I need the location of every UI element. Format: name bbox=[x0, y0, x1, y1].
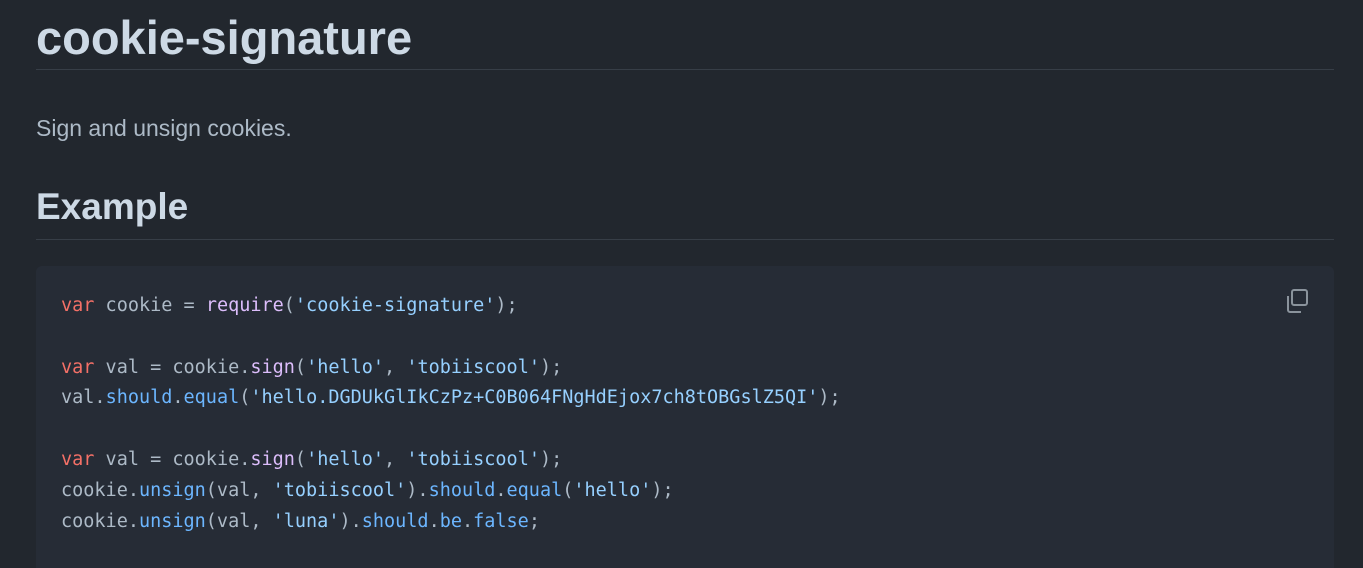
string-literal: 'hello' bbox=[306, 448, 385, 470]
code-text: (val, bbox=[205, 510, 273, 532]
string-literal: 'tobiiscool' bbox=[406, 448, 540, 470]
code-text: cookie = bbox=[94, 295, 206, 316]
code-text: . bbox=[428, 510, 440, 532]
keyword: var bbox=[61, 356, 95, 378]
code-text: val = cookie. bbox=[94, 356, 251, 378]
string-literal: 'hello.DGDUkGlIkCzPz+C0B064FNgHdEjox7ch8… bbox=[250, 387, 819, 409]
code-line-6: var val = cookie.sign('hello', 'tobiisco… bbox=[61, 445, 841, 476]
code-line-3: var val = cookie.sign('hello', 'tobiisco… bbox=[61, 353, 841, 384]
code-text: ; bbox=[528, 510, 540, 532]
code-text: ). bbox=[406, 479, 429, 501]
function-name: unsign bbox=[138, 479, 206, 501]
string-literal: 'hello' bbox=[573, 479, 652, 501]
code-line-7: cookie.unsign(val, 'tobiiscool').should.… bbox=[61, 476, 841, 507]
code-text: . bbox=[495, 479, 507, 501]
property-name: should bbox=[105, 387, 173, 409]
code-text: ( bbox=[294, 448, 307, 470]
code-text: , bbox=[384, 448, 407, 470]
code-text: , bbox=[384, 356, 407, 378]
copy-button[interactable] bbox=[1282, 286, 1312, 316]
string-literal: 'hello' bbox=[306, 356, 385, 378]
code-text: ); bbox=[818, 387, 841, 409]
page-title: cookie-signature bbox=[36, 0, 1334, 70]
property-name: equal bbox=[506, 479, 563, 501]
string-literal: 'tobiiscool' bbox=[406, 356, 540, 378]
code-line-4: val.should.equal('hello.DGDUkGlIkCzPz+C0… bbox=[61, 383, 841, 414]
string-literal: 'luna' bbox=[272, 510, 340, 532]
code-listing: var cookie = require('cookie-signature')… bbox=[61, 291, 841, 537]
code-text: val. bbox=[61, 387, 106, 409]
code-text: cookie. bbox=[61, 479, 139, 501]
code-line-1: var cookie = require('cookie-signature')… bbox=[61, 291, 841, 322]
description: Sign and unsign cookies. bbox=[36, 115, 292, 141]
code-text: val = cookie. bbox=[94, 448, 251, 470]
code-text: ( bbox=[283, 295, 295, 316]
code-text: ( bbox=[562, 479, 574, 501]
code-text: cookie. bbox=[61, 510, 139, 532]
code-text: ); bbox=[539, 448, 563, 470]
property-name: false bbox=[473, 510, 529, 532]
function-name: sign bbox=[250, 356, 295, 378]
readme-content: cookie-signature Sign and unsign cookies… bbox=[36, 0, 1334, 568]
code-text: . bbox=[172, 387, 184, 409]
property-name: should bbox=[428, 479, 496, 501]
code-text: ). bbox=[339, 510, 362, 532]
code-line-8: cookie.unsign(val, 'luna').should.be.fal… bbox=[61, 507, 841, 538]
property-name: should bbox=[361, 510, 429, 532]
code-text: (val, bbox=[205, 479, 273, 501]
string-literal: 'tobiiscool' bbox=[272, 479, 407, 501]
property-name: equal bbox=[183, 387, 240, 409]
function-name: sign bbox=[250, 448, 295, 470]
copy-icon bbox=[1282, 286, 1312, 316]
keyword: var bbox=[61, 295, 95, 316]
code-text: . bbox=[461, 510, 474, 532]
code-text: ( bbox=[294, 356, 307, 378]
string-literal: 'cookie-signature' bbox=[294, 295, 496, 316]
code-text: ( bbox=[239, 387, 251, 409]
code-text: ); bbox=[495, 295, 518, 316]
example-heading: Example bbox=[36, 185, 1334, 240]
function-name: unsign bbox=[138, 510, 206, 532]
code-text: ); bbox=[651, 479, 674, 501]
property-name: be bbox=[439, 510, 462, 532]
code-text: ); bbox=[539, 356, 563, 378]
code-block[interactable]: var cookie = require('cookie-signature')… bbox=[36, 266, 1334, 568]
function-name: require bbox=[205, 295, 284, 316]
keyword: var bbox=[61, 448, 95, 470]
